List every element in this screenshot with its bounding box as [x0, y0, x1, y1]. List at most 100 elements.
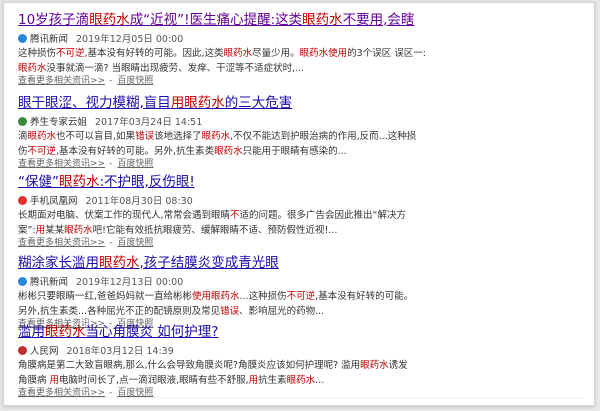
more-news-link[interactable]: 查看更多相关资讯>> [18, 159, 105, 169]
result-snippet-line: 角膜病是第二大致盲眼病,那么,什么会导致角膜炎呢?角膜炎应该如何护理呢? 滥用眼… [18, 359, 584, 373]
text-segment: 也不可以盲目,如果 [56, 131, 136, 142]
globe-icon [18, 277, 27, 286]
link-separator: - [109, 159, 113, 169]
text-segment: ,孩子结膜炎变成青光眼 [139, 255, 279, 271]
text-segment: :不护眼,反伤眼! [99, 174, 195, 190]
text-segment: 彬彬只要眼睛一红,爸爸妈妈就一直给彬彬 [18, 291, 193, 302]
text-segment: 的三大危害 [224, 95, 293, 111]
search-result: 10岁孩子滴眼药水成“近视”!医生痛心提醒:这类眼药水不要用,会瞎 腾讯新闻 201… [18, 12, 584, 88]
result-meta: 腾讯新闻 2019年12月13日 00:00 [18, 276, 584, 289]
highlight-term: 眼药水 [214, 145, 243, 157]
result-meta: 人民网 2018年03月12日 14:39 [18, 345, 584, 358]
result-title-link[interactable]: 滥用眼药水当心角膜炎 如何护理? [18, 324, 584, 341]
highlight-term: 错误 [135, 131, 155, 142]
highlight-term: 眼药水 [18, 62, 47, 74]
text-segment: ,不仅不能达到护眼治病的作用,反而...这种损 [230, 131, 417, 142]
text-segment: 当心角膜炎 如何护理? [85, 324, 219, 340]
highlight-term: 用 [248, 374, 259, 386]
source-name: 养生专家云姐 [30, 117, 88, 128]
text-segment: 尽量少用。 [252, 48, 300, 59]
text-segment: ... [315, 374, 325, 386]
result-snippet-line: 长期面对电脑、伏案工作的现代人,常常会遇到眼睛不适的问题。很多广告会因此推出“解… [18, 209, 584, 223]
publish-date: 2019年12月05日 00:00 [76, 34, 184, 45]
text-segment: 该地选择了 [154, 131, 202, 142]
publish-date: 2011年08月30日 08:30 [85, 196, 193, 207]
highlight-term: 眼药水 [99, 255, 140, 271]
result-links: 查看更多相关资讯>> - 百度快照 [18, 387, 584, 400]
text-segment: 另外,抗生素类...各种屈光不正的配镜原则及常见 [18, 305, 221, 317]
result-snippet-line: 滴眼药水也不可以盲目,如果错误该地选择了眼药水,不仅不能达到护眼治病的作用,反而… [18, 130, 584, 144]
highlight-term: 用 [49, 374, 60, 386]
publish-date: 2019年12月13日 00:00 [76, 277, 184, 288]
people-daily-icon [18, 346, 27, 355]
search-result: 眼干眼涩、视力模糊,盲目用眼药水的三大危害 养生专家云姐 2017年03月24日 1… [18, 95, 584, 171]
highlight-term: 眼药水 [286, 374, 316, 386]
source-name: 腾讯新闻 [30, 277, 69, 288]
result-title-link[interactable]: “保健”眼药水:不护眼,反伤眼! [18, 174, 584, 191]
highlight-term: 用 [35, 224, 46, 236]
text-segment: 伤 [18, 145, 28, 157]
search-result: 糊涂家长滥用眼药水,孩子结膜炎变成青光眼腾讯新闻 2019年12月13日 00:0… [18, 255, 584, 331]
cached-snapshot-link[interactable]: 百度快照 [117, 159, 153, 169]
result-title-link[interactable]: 眼干眼涩、视力模糊,盲目用眼药水的三大危害 [18, 95, 584, 112]
text-segment: 抗生素 [258, 374, 287, 386]
globe-icon [18, 34, 27, 43]
highlight-term: 使用眼药水 [192, 291, 240, 302]
result-meta: 腾讯新闻 2019年12月05日 00:00 [18, 33, 584, 46]
text-segment: 、影响屈光的药物... [239, 305, 325, 317]
result-meta: 手机凤凰网 2011年08月30日 08:30 [18, 195, 584, 208]
text-segment: 吧!它能有效抵抗眼疲劳、缓解眼睛不适、预防假性近视!... [92, 224, 338, 236]
text-segment: ,基本没有好转的可能。 [315, 291, 414, 302]
cached-snapshot-link[interactable]: 百度快照 [117, 76, 153, 86]
result-snippet-line: 案”:用某某眼药水吧!它能有效抵抗眼疲劳、缓解眼睛不适、预防假性近视!... [18, 224, 584, 238]
result-links: 查看更多相关资讯>> - 百度快照 [18, 237, 584, 250]
highlight-term: 眼药水 [360, 360, 389, 371]
cached-snapshot-link[interactable]: 百度快照 [117, 238, 153, 248]
search-result: “保健”眼药水:不护眼,反伤眼! 手机凤凰网 2011年08月30日 08:30 长期… [18, 174, 584, 250]
source-name: 腾讯新闻 [30, 34, 69, 45]
text-segment: 眼干眼涩、视力模糊,盲目 [18, 95, 171, 111]
text-segment: 这种损伤 [18, 48, 57, 59]
text-segment: 滴 [18, 131, 28, 142]
result-title-link[interactable]: 10岁孩子滴眼药水成“近视”!医生痛心提醒:这类眼药水不要用,会瞎 [18, 12, 584, 29]
text-segment: 诱发 [388, 360, 408, 371]
highlight-term: 不 [230, 210, 240, 221]
result-links: 查看更多相关资讯>> - 百度快照 [18, 158, 584, 171]
text-segment: “保健” [18, 174, 59, 190]
highlight-term: 眼药水使用 [299, 48, 348, 59]
result-snippet-line: 角膜病 用电脑时间长了,点一滴润眼液,眼睛有些不舒服,用抗生素眼药水... [18, 374, 584, 388]
text-segment: 糊涂家长滥用 [18, 255, 99, 271]
publish-date: 2018年03月12日 14:39 [66, 346, 174, 357]
highlight-term: 眼药水 [89, 12, 130, 28]
text-segment: 的3个误区 误区一: [347, 48, 426, 59]
text-segment: 长期面对电脑、伏案工作的现代人,常常会遇到眼睛 [18, 210, 231, 221]
link-separator: - [109, 76, 113, 86]
link-separator: - [109, 238, 113, 248]
text-segment: 角膜病 [18, 374, 50, 386]
highlight-term: 眼药水 [223, 48, 253, 59]
highlight-term: 眼药水 [59, 174, 100, 190]
avatar-icon [18, 117, 27, 126]
highlight-term: 不可逆 [286, 291, 316, 302]
text-segment: 不要用,会瞎 [342, 12, 415, 28]
result-snippet-line: 伤不可逆,基本没有好转的可能。另外,抗生素类眼药水只能用于眼睛有感染的... [18, 145, 584, 159]
result-title-link[interactable]: 糊涂家长滥用眼药水,孩子结膜炎变成青光眼 [18, 255, 584, 272]
highlight-term: 眼药水 [27, 131, 57, 142]
text-segment: 某某 [45, 224, 65, 236]
highlight-term: 用眼药水 [170, 95, 225, 111]
more-news-link[interactable]: 查看更多相关资讯>> [18, 238, 105, 248]
text-segment: 电脑时间长了,点一滴润眼液,眼睛有些不舒服, [59, 374, 249, 386]
highlight-term: 不可逆 [56, 48, 85, 59]
text-segment: ,基本没有好转的可能。另外,抗生素类 [56, 145, 215, 157]
more-news-link[interactable]: 查看更多相关资讯>> [18, 76, 105, 86]
search-result: 滥用眼药水当心角膜炎 如何护理? 人民网 2018年03月12日 14:39 角膜病是… [18, 324, 584, 400]
text-segment: 适的问题。很多广告会因此推出“解决方 [239, 210, 406, 221]
bottom-divider [18, 397, 584, 398]
source-name: 手机凤凰网 [30, 196, 78, 207]
text-segment: 成“近视”!医生痛心提醒:这类 [129, 12, 303, 28]
highlight-term: 不可逆 [27, 145, 57, 157]
highlight-term: 眼药水 [64, 224, 93, 236]
text-segment: 案”: [18, 224, 36, 236]
text-segment: ...这种损伤 [239, 291, 287, 302]
phoenix-icon [18, 196, 27, 205]
